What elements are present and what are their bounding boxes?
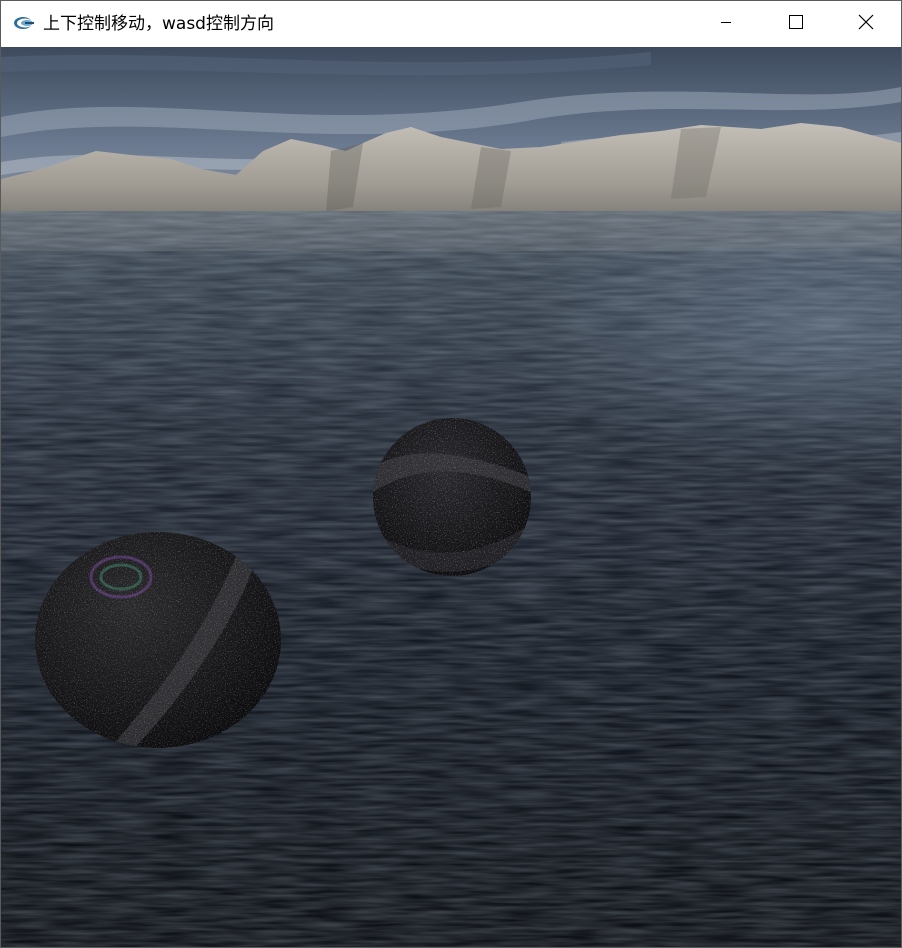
title-bar[interactable]: 上下控制移动，wasd控制方向: [1, 1, 901, 47]
close-icon: [858, 14, 874, 35]
app-logo-icon: [13, 14, 35, 32]
maximize-icon: [788, 14, 804, 35]
minimize-icon: [720, 15, 732, 33]
app-window: 上下控制移动，wasd控制方向: [0, 0, 902, 948]
maximize-button[interactable]: [761, 1, 831, 47]
minimize-button[interactable]: [691, 1, 761, 47]
close-button[interactable]: [831, 1, 901, 47]
render-viewport[interactable]: [1, 47, 901, 947]
scene-canvas: [1, 47, 901, 947]
window-title: 上下控制移动，wasd控制方向: [43, 14, 274, 34]
